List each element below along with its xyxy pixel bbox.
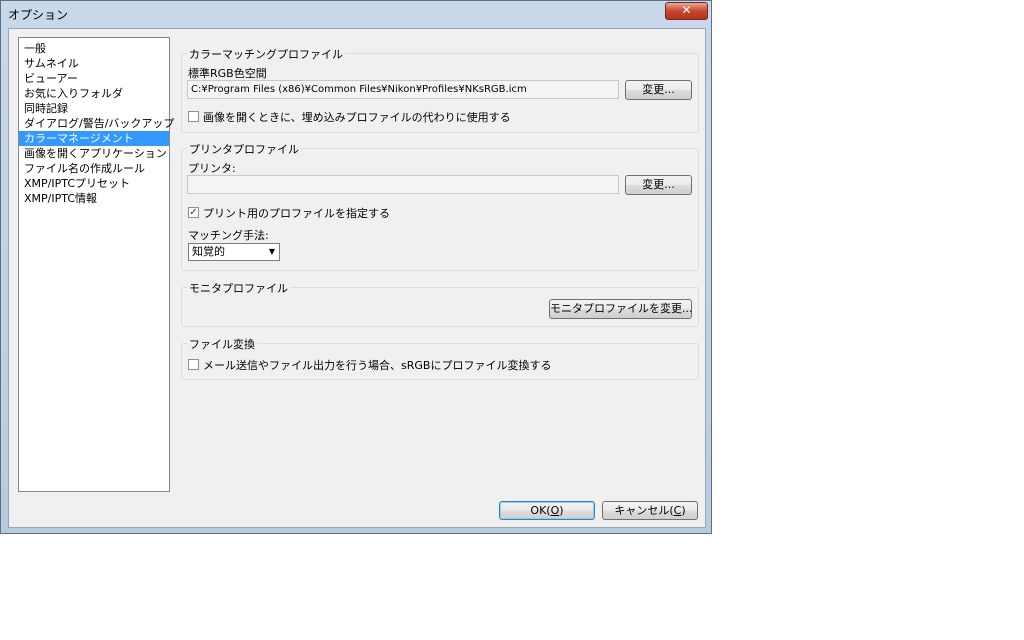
sidebar-item[interactable]: XMP/IPTCプリセット bbox=[19, 176, 169, 191]
sidebar-item[interactable]: ファイル名の作成ルール bbox=[19, 161, 169, 176]
sidebar-item[interactable]: カラーマネージメント bbox=[19, 131, 169, 146]
title-bar[interactable]: オプション ✕ bbox=[1, 1, 711, 27]
change-rgb-profile-button[interactable]: 変更... bbox=[625, 80, 692, 100]
printer-profile-title: プリンタプロファイル bbox=[187, 141, 301, 157]
dropdown-arrow-icon: ▼ bbox=[268, 247, 275, 256]
sidebar-item[interactable]: ダイアログ/警告/バックアップ bbox=[19, 116, 174, 131]
cancel-button-label: キャンセル( bbox=[614, 504, 674, 517]
sidebar-item[interactable]: 一般 bbox=[19, 41, 169, 56]
file-conversion-title: ファイル変換 bbox=[187, 336, 257, 352]
file-conversion-group: ファイル変換 メール送信やファイル出力を行う場合、sRGBにプロファイル変換する bbox=[181, 336, 699, 380]
cancel-button[interactable]: キャンセル(C) bbox=[602, 501, 698, 520]
specify-print-profile-label[interactable]: プリント用のプロファイルを指定する bbox=[203, 205, 390, 221]
cancel-button-suffix: ) bbox=[681, 504, 686, 517]
matching-method-value: 知覚的 bbox=[192, 245, 225, 258]
rgb-space-label: 標準RGB色空間 bbox=[188, 67, 267, 80]
monitor-profile-group: モニタプロファイル モニタプロファイルを変更... bbox=[181, 280, 699, 327]
convert-to-srgb-checkbox[interactable] bbox=[188, 359, 199, 370]
options-dialog: オプション ✕ 一般 サムネイル ビューアー お気に入りフォルダ 同時記録 ダイアログ/警… bbox=[0, 0, 712, 534]
dialog-client-area: 一般 サムネイル ビューアー お気に入りフォルダ 同時記録 ダイアログ/警告/バックアップ… bbox=[8, 28, 706, 528]
printer-profile-group: プリンタプロファイル プリンタ: 変更... ✓ プリント用のプロファイルを指定… bbox=[181, 141, 699, 271]
color-matching-group: カラーマッチングプロファイル 標準RGB色空間 C:¥Program Files… bbox=[181, 46, 699, 133]
monitor-profile-title: モニタプロファイル bbox=[187, 280, 290, 296]
printer-profile-field[interactable] bbox=[187, 175, 619, 194]
sidebar-item[interactable]: ビューアー bbox=[19, 71, 169, 86]
convert-to-srgb-label[interactable]: メール送信やファイル出力を行う場合、sRGBにプロファイル変換する bbox=[203, 357, 551, 373]
color-matching-title: カラーマッチングプロファイル bbox=[187, 46, 345, 62]
sidebar-item[interactable]: サムネイル bbox=[19, 56, 169, 71]
category-list[interactable]: 一般 サムネイル ビューアー お気に入りフォルダ 同時記録 ダイアログ/警告/バックアップ… bbox=[18, 37, 174, 492]
window-title: オプション bbox=[8, 8, 69, 22]
sidebar-item[interactable]: XMP/IPTC情報 bbox=[19, 191, 169, 206]
sidebar-item[interactable]: 同時記録 bbox=[19, 101, 169, 116]
close-icon: ✕ bbox=[681, 3, 692, 17]
change-monitor-profile-button[interactable]: モニタプロファイルを変更... bbox=[549, 299, 693, 319]
matching-method-select[interactable]: 知覚的 ▼ bbox=[188, 243, 280, 261]
ok-button[interactable]: OK(O) bbox=[499, 501, 595, 520]
sidebar-item[interactable]: お気に入りフォルダ bbox=[19, 86, 169, 101]
use-instead-of-embedded-checkbox[interactable] bbox=[188, 111, 199, 122]
checkmark-icon: ✓ bbox=[189, 207, 198, 218]
ok-button-suffix: ) bbox=[559, 504, 564, 517]
ok-accelerator-key: O bbox=[550, 504, 560, 517]
close-button[interactable]: ✕ bbox=[665, 2, 708, 20]
use-instead-of-embedded-label[interactable]: 画像を開くときに、埋め込みプロファイルの代わりに使用する bbox=[203, 109, 511, 125]
specify-print-profile-checkbox[interactable]: ✓ bbox=[188, 207, 199, 218]
sidebar-item[interactable]: 画像を開くアプリケーション bbox=[19, 146, 169, 161]
rgb-profile-path-field[interactable]: C:¥Program Files (x86)¥Common Files¥Niko… bbox=[187, 80, 619, 99]
change-printer-profile-button[interactable]: 変更... bbox=[625, 175, 692, 195]
printer-label: プリンタ: bbox=[188, 162, 236, 175]
matching-method-label: マッチング手法: bbox=[188, 229, 269, 242]
ok-button-label: OK( bbox=[530, 504, 551, 517]
